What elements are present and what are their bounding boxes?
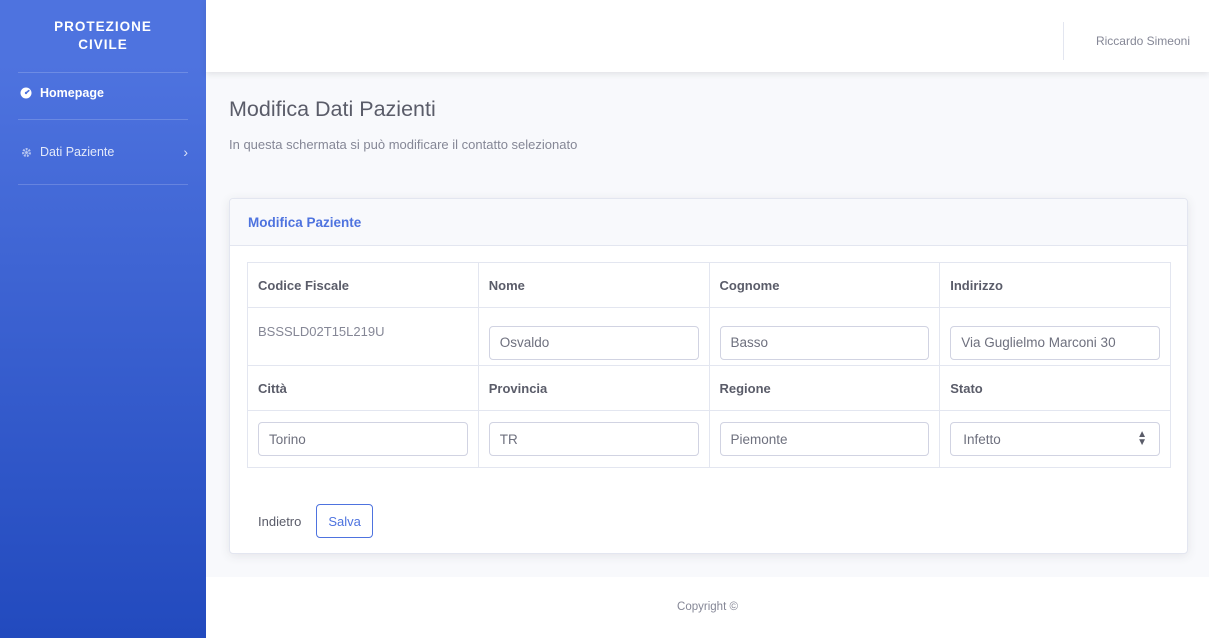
cognome-input[interactable] [719,325,930,360]
codice-fiscale-value: BSSSLD02T15L219U [258,324,385,339]
cell-provincia [477,410,710,468]
header-codice-fiscale: Codice Fiscale [247,262,479,308]
stato-selected-value: Infetto [963,431,1001,447]
footer: Copyright © [206,577,1209,638]
indirizzo-input[interactable] [950,325,1160,360]
sidebar: PROTEZIONE CIVILE Homepage Dati Paziente… [0,0,206,638]
cell-stato: Infetto ▲ ▼ [939,410,1171,468]
save-button[interactable]: Salva [316,504,373,538]
sidebar-item-dati-paziente[interactable]: Dati Paziente › [0,120,206,184]
stato-select[interactable]: Infetto ▲ ▼ [950,422,1160,456]
cell-indirizzo [939,307,1171,366]
sidebar-item-homepage[interactable]: Homepage [0,67,206,119]
topbar: Riccardo Simeoni [206,0,1209,72]
header-stato: Stato [939,365,1171,411]
cell-cognome [708,307,941,366]
back-button[interactable]: Indietro [258,514,301,529]
topbar-divider [1063,22,1064,60]
table-row: Infetto ▲▼ [247,410,1171,468]
cell-codice-fiscale: BSSSLD02T15L219U [247,307,479,366]
header-provincia: Provincia [477,365,710,411]
copyright-text: Copyright © [677,601,738,613]
sidebar-item-label: Homepage [40,86,104,100]
tachometer-icon [18,87,34,99]
header-cognome: Cognome [708,262,941,308]
select-arrows-icon: ▲ ▼ [1137,429,1147,448]
cell-regione [708,410,941,468]
sidebar-item-label: Dati Paziente [40,145,115,159]
citta-input[interactable] [258,422,468,456]
page-title: Modifica Dati Pazienti [229,97,436,121]
sidebar-divider [18,184,188,185]
header-citta: Città [247,365,479,411]
header-regione: Regione [708,365,941,411]
brand-text: PROTEZIONE CIVILE [54,19,152,52]
card-header: Modifica Paziente [230,199,1187,246]
table-row: BSSSLD02T15L219U [247,307,1171,366]
cell-citta [247,410,479,468]
gear-icon [18,147,34,158]
patient-card: Modifica Paziente Codice Fiscale Nome Co… [229,198,1188,554]
header-indirizzo: Indirizzo [939,262,1171,308]
header-nome: Nome [477,262,710,308]
regione-input[interactable] [719,422,930,456]
user-menu[interactable]: Riccardo Simeoni [1096,34,1190,48]
cell-nome [477,307,710,366]
page-subtitle: In questa schermata si può modificare il… [229,137,578,152]
patient-table: Codice Fiscale Nome Cognome Indirizzo BS… [247,262,1171,468]
provincia-input[interactable] [488,422,699,456]
chevron-right-icon: › [183,144,188,160]
brand-logo[interactable]: PROTEZIONE CIVILE [0,0,206,72]
header-row: Città Provincia Regione Stato [247,365,1171,411]
form-actions: Indietro Salva [258,504,373,538]
header-row: Codice Fiscale Nome Cognome Indirizzo [247,262,1171,308]
nome-input[interactable] [488,325,699,360]
